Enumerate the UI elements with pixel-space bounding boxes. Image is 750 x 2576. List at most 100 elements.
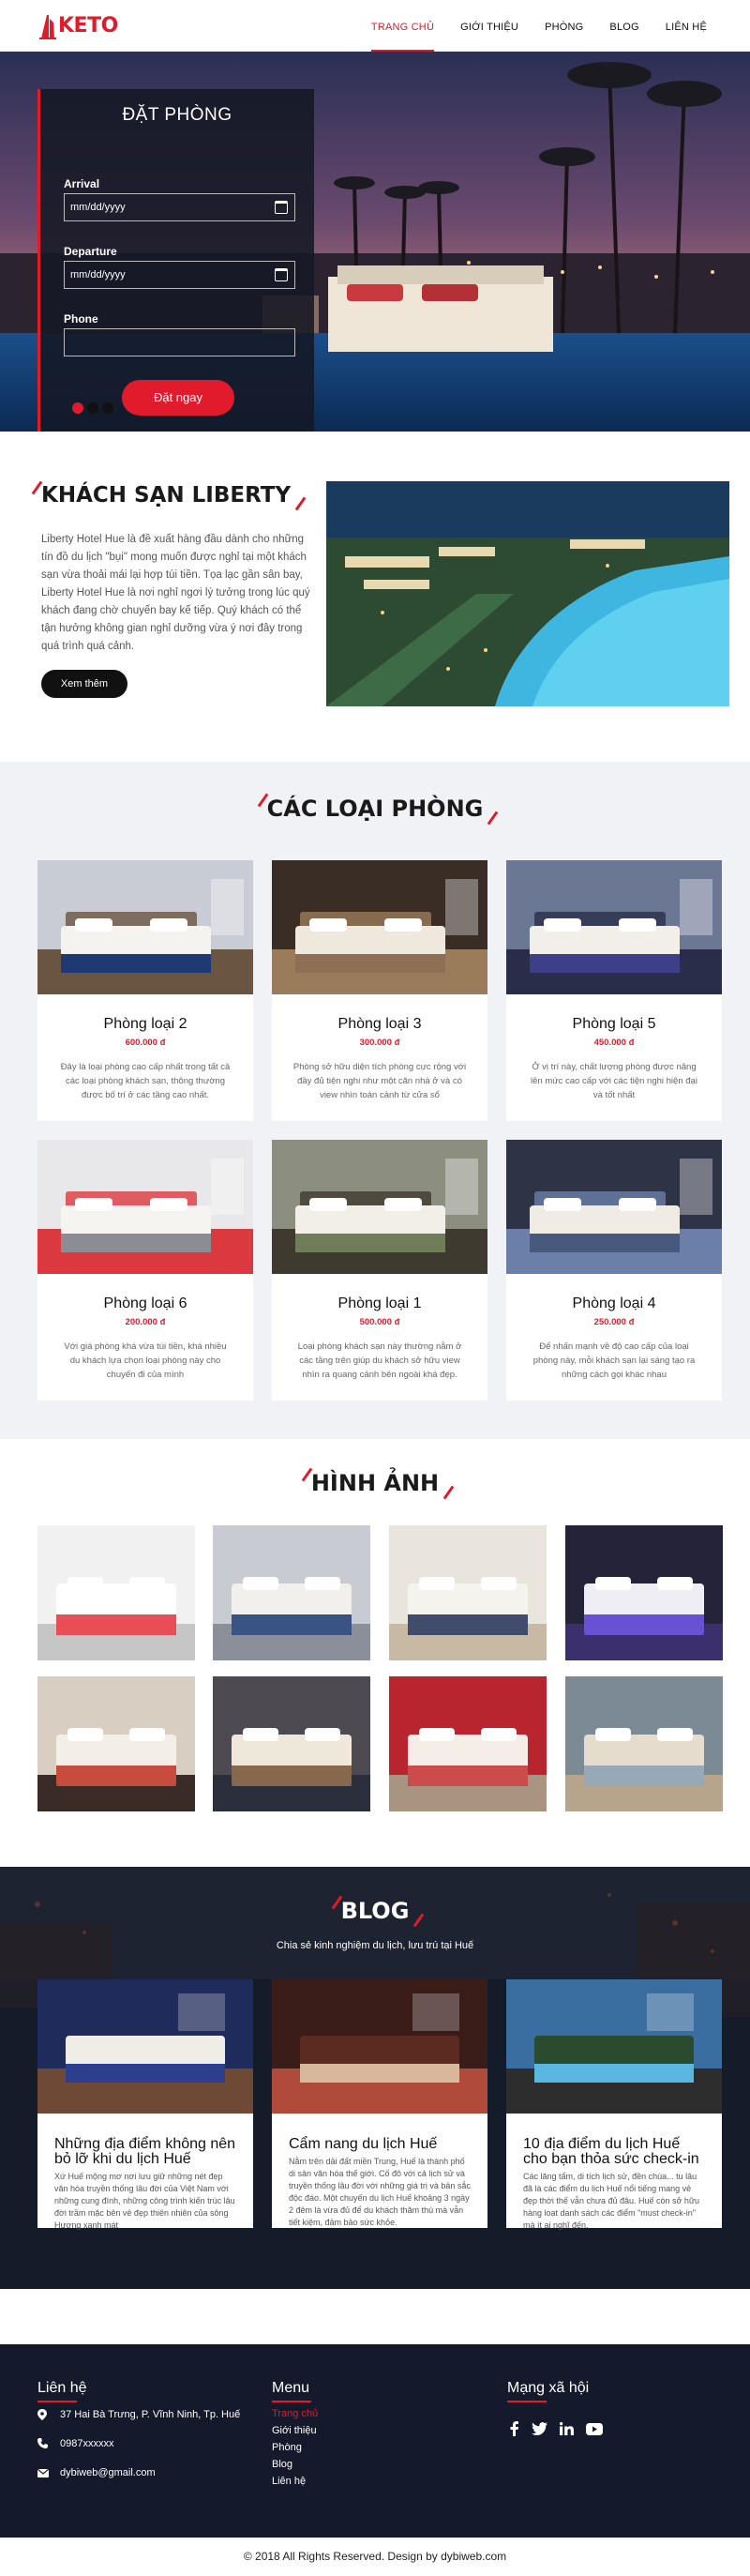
phone-icon (38, 2438, 48, 2448)
room-name[interactable]: Phòng loại 2 (38, 1016, 253, 1033)
copyright-bar: © 2018 All Rights Reserved. Design by dy… (0, 2538, 750, 2576)
phone-label: Phone (64, 312, 98, 326)
room-description: Ở vị trí này, chất lượng phòng được nâng… (531, 1062, 698, 1100)
arrival-date-value: mm/dd/yyyy (70, 202, 126, 213)
title-accent-icon (442, 1485, 455, 1500)
blog-post-title[interactable]: Cẩm nang du lịch Huế (289, 2137, 471, 2152)
gallery-section-title: HÌNH ẢNH (0, 1467, 750, 1500)
blog-photo (272, 1979, 488, 2114)
room-price: 250.000 đ (593, 1317, 635, 1327)
room-description: Để nhấn mạnh về độ cao cấp của loại phòn… (532, 1341, 696, 1380)
nav-item-blog[interactable]: BLOG (609, 0, 638, 52)
blog-post-title[interactable]: Những địa điểm không nên bỏ lỡ khi du lị… (54, 2137, 236, 2167)
logo[interactable]: KETO (39, 11, 118, 39)
gallery-title-text: HÌNH ẢNH (310, 1470, 440, 1496)
room-photo (272, 860, 488, 994)
main-nav: TRANG CHỦ GIỚI THIỆU PHÒNG BLOG LIÊN HỆ (345, 0, 707, 52)
gallery-image[interactable] (38, 1676, 195, 1811)
facebook-icon[interactable] (510, 2421, 518, 2436)
calendar-icon[interactable] (275, 201, 288, 214)
room-name[interactable]: Phòng loại 5 (506, 1016, 722, 1033)
nav-item-home[interactable]: TRANG CHỦ (370, 0, 435, 52)
room-price: 200.000 đ (125, 1317, 166, 1327)
gallery-image[interactable] (389, 1676, 547, 1811)
blog-subtitle: Chia sẻ kinh nghiệm du lịch, lưu trú tại… (276, 1940, 474, 1951)
room-name[interactable]: Phòng loại 4 (506, 1296, 722, 1312)
about-description: Liberty Hotel Hue là đề xuất hàng đầu dà… (41, 534, 310, 652)
gallery-image[interactable] (213, 1676, 370, 1811)
room-photo (506, 1140, 722, 1274)
footer-email[interactable]: dybiweb@gmail.com (60, 2467, 156, 2478)
blog-post-title[interactable]: 10 địa điểm du lịch Huế cho bạn thỏa sức… (523, 2137, 705, 2167)
booking-title: ĐẶT PHÒNG (122, 105, 232, 125)
about-title: KHÁCH SẠN LIBERTY (31, 480, 307, 511)
linkedin-icon[interactable] (560, 2422, 574, 2435)
gallery-image[interactable] (565, 1676, 723, 1811)
about-title-text: KHÁCH SẠN LIBERTY (41, 483, 292, 508)
departure-label: Departure (64, 245, 117, 258)
footer-menu-title: Menu (272, 2380, 312, 2402)
blog-title-text: BLOG (340, 1898, 410, 1924)
room-card[interactable]: Phòng loại 2 600.000 đ Đây là loại phòng c… (38, 860, 253, 1121)
slider-dot-1[interactable] (72, 402, 83, 414)
youtube-icon[interactable] (586, 2423, 603, 2435)
footer-menu-item-rooms[interactable]: Phòng (272, 2442, 302, 2453)
rooms-section-title: CÁC LOẠI PHÒNG (0, 793, 750, 826)
arrival-date-input[interactable]: mm/dd/yyyy (64, 193, 295, 221)
room-price: 300.000 đ (359, 1038, 400, 1048)
footer-phone[interactable]: 0987xxxxxx (60, 2438, 113, 2449)
room-card[interactable]: Phòng loại 1 500.000 đ Loại phòng khách sạ… (272, 1140, 488, 1401)
room-name[interactable]: Phòng loại 1 (272, 1296, 488, 1312)
blog-section-title: BLOG (0, 1895, 750, 1928)
blog-post-excerpt: Xứ Huế mộng mơ nơi lưu giữ những nét đẹp… (54, 2172, 235, 2230)
room-card[interactable]: Phòng loại 3 300.000 đ Phòng sở hữu diện t… (272, 860, 488, 1121)
hotel-pool-image (326, 481, 729, 706)
rooms-title-text: CÁC LOẠI PHÒNG (266, 796, 484, 822)
calendar-icon[interactable] (275, 268, 288, 281)
blog-post-excerpt: Các lăng tẩm, di tích lịch sử, đền chùa.… (523, 2172, 699, 2230)
room-price: 600.000 đ (125, 1038, 166, 1048)
room-name[interactable]: Phòng loại 3 (272, 1016, 488, 1033)
room-description: Với giá phòng khá vừa túi tiền, khá nhiề… (64, 1341, 227, 1380)
room-description: Loại phòng khách sạn này thường nằm ở cá… (297, 1341, 462, 1380)
logo-text: KETO (58, 13, 118, 38)
book-now-button[interactable]: Đặt ngay (122, 380, 234, 416)
footer-menu-item-about[interactable]: Giới thiệu (272, 2425, 317, 2436)
room-description: Phòng sở hữu diện tích phòng cực rộng vớ… (292, 1062, 467, 1100)
footer-social-title: Mạng xã hội (507, 2380, 589, 2402)
room-card[interactable]: Phòng loại 5 450.000 đ Ở vị trí này, chất … (506, 860, 722, 1121)
blog-card[interactable]: 10 địa điểm du lịch Huế cho bạn thỏa sức… (506, 1979, 722, 2230)
nav-item-rooms[interactable]: PHÒNG (545, 0, 583, 52)
room-photo (38, 1140, 253, 1274)
phone-input[interactable] (64, 328, 295, 356)
twitter-icon[interactable] (532, 2422, 548, 2435)
nav-item-contact[interactable]: LIÊN HỆ (666, 0, 707, 52)
footer-menu-item-home[interactable]: Trang chủ (272, 2408, 318, 2419)
gallery-image[interactable] (213, 1525, 370, 1660)
room-name[interactable]: Phòng loại 6 (38, 1296, 253, 1312)
slider-dot-2[interactable] (87, 402, 98, 414)
location-icon (38, 2409, 47, 2420)
arrival-label: Arrival (64, 177, 100, 190)
gallery-image[interactable] (565, 1525, 723, 1660)
slider-dot-3[interactable] (102, 402, 113, 414)
blog-card[interactable]: Những địa điểm không nên bỏ lỡ khi du lị… (38, 1979, 253, 2230)
blog-photo (506, 1979, 722, 2114)
footer-menu-item-blog[interactable]: Blog (272, 2459, 292, 2470)
room-price: 450.000 đ (593, 1038, 635, 1048)
nav-item-about[interactable]: GIỚI THIỆU (460, 0, 518, 52)
room-card[interactable]: Phòng loại 6 200.000 đ Với giá phòng khá v… (38, 1140, 253, 1401)
footer-contact-title: Liên hệ (38, 2380, 87, 2402)
footer-menu-item-contact[interactable]: Liên hệ (272, 2476, 306, 2487)
email-icon (38, 2469, 49, 2478)
read-more-button[interactable]: Xem thêm (41, 670, 128, 698)
gallery-image[interactable] (389, 1525, 547, 1660)
gallery-image[interactable] (38, 1525, 195, 1660)
room-card[interactable]: Phòng loại 4 250.000 đ Để nhấn mạnh về độ … (506, 1140, 722, 1401)
title-accent-icon (294, 496, 307, 511)
blog-card[interactable]: Cẩm nang du lịch Huế Nằm trên dải đất miề… (272, 1979, 488, 2228)
footer-address: 37 Hai Bà Trưng, P. Vĩnh Ninh, Tp. Huế (60, 2409, 241, 2420)
departure-date-input[interactable]: mm/dd/yyyy (64, 261, 295, 289)
copyright-text: © 2018 All Rights Reserved. Design by dy… (243, 2550, 507, 2563)
room-photo (38, 860, 253, 994)
